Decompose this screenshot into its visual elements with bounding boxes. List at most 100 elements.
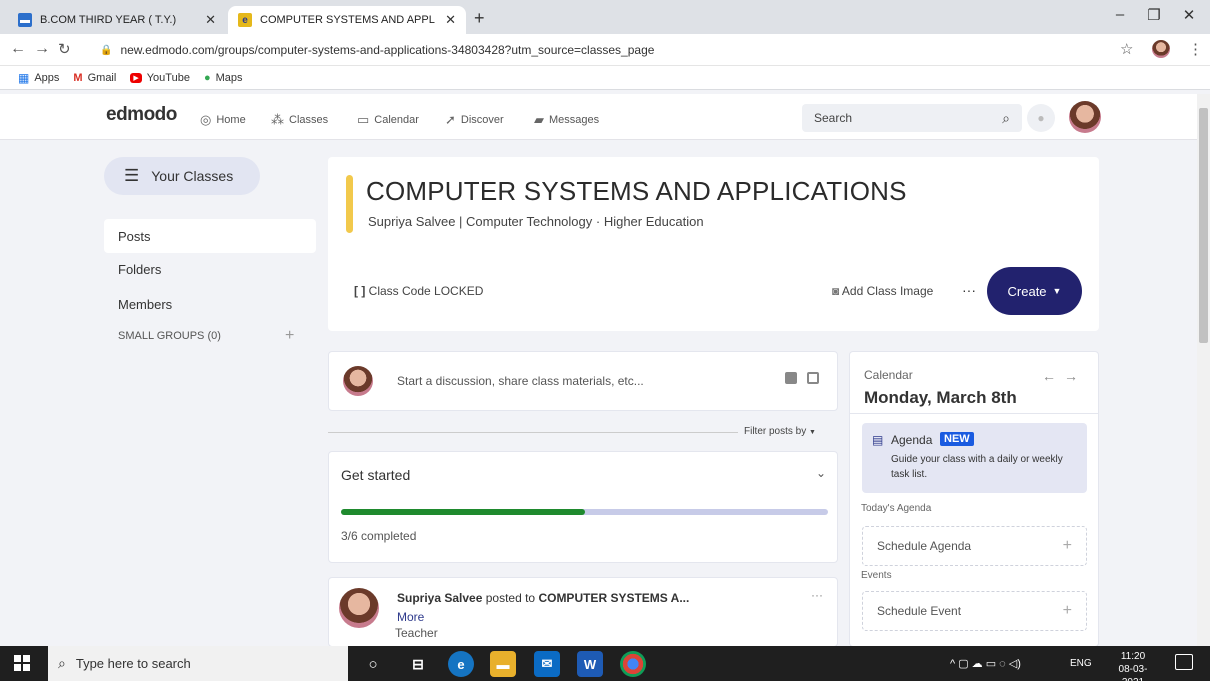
sidebar-item-label: Folders	[118, 261, 162, 277]
author-avatar[interactable]	[339, 588, 379, 628]
file-icon[interactable]	[807, 372, 819, 384]
bookmark-youtube[interactable]: ▶ YouTube	[130, 72, 190, 84]
arrow-right-icon[interactable]: →	[1064, 368, 1078, 384]
create-label: Create	[1007, 283, 1047, 299]
system-tray-icons[interactable]: ^ ▢ ☁ ▭ ◌ ◁)	[950, 657, 1021, 670]
task-view-icon[interactable]: ⊟	[405, 651, 431, 677]
small-groups-label: SMALL GROUPS (0)	[118, 330, 221, 342]
search-placeholder: Search	[814, 111, 853, 125]
schedule-event-button[interactable]: Schedule Event +	[862, 591, 1087, 631]
post-menu-button[interactable]: ···	[811, 588, 823, 602]
bookmark-gmail[interactable]: M Gmail	[73, 72, 116, 84]
plus-icon: +	[1062, 537, 1072, 554]
sidebar-item-label: Members	[118, 296, 173, 312]
agenda-title: Agenda	[891, 433, 933, 447]
restore-button[interactable]: ❐	[1139, 6, 1169, 24]
nav-label: Discover	[460, 114, 504, 126]
sidebar-item-posts[interactable]: Posts	[104, 219, 316, 253]
edmodo-favicon-icon: e	[238, 13, 252, 27]
minimize-button[interactable]: –	[1105, 6, 1135, 23]
rocket-icon: ➚	[445, 112, 456, 127]
language-indicator[interactable]: ENG	[1070, 658, 1092, 669]
add-class-image-button[interactable]: ◙ Add Class Image	[832, 284, 933, 298]
add-small-group-button[interactable]: +	[285, 327, 294, 345]
filter-posts-dropdown[interactable]: Filter posts by ▼	[744, 426, 816, 437]
sidebar-item-folders[interactable]: Folders	[104, 252, 316, 286]
nav-messages[interactable]: ▰ Messages	[534, 112, 599, 128]
browser-tab-1[interactable]: ▬ B.COM THIRD YEAR ( T.Y.) ✕	[8, 6, 226, 34]
create-button[interactable]: Create ▼	[987, 267, 1082, 315]
nav-home[interactable]: ◎ Home	[200, 112, 246, 128]
hamburger-icon: ☰	[124, 166, 140, 185]
schedule-agenda-button[interactable]: Schedule Agenda +	[862, 526, 1087, 566]
search-icon[interactable]: ⌕	[1002, 110, 1010, 127]
more-options-button[interactable]: ···	[962, 282, 976, 298]
divider	[850, 413, 1098, 414]
nav-discover[interactable]: ➚ Discover	[445, 112, 504, 128]
cortana-icon[interactable]: ○	[360, 651, 386, 677]
search-input[interactable]: Search ⌕	[802, 104, 1022, 132]
taskbar-search-input[interactable]: ⌕ Type here to search	[48, 646, 348, 681]
chevron-down-icon[interactable]: ⌄	[816, 466, 826, 480]
message-icon: ▰	[534, 112, 544, 127]
nav-classes[interactable]: ⁂ Classes	[271, 112, 328, 128]
notification-center-icon[interactable]	[1175, 654, 1193, 670]
caret-down-icon: ▼	[1052, 286, 1062, 296]
nav-label: Classes	[289, 114, 329, 126]
sidebar-item-members[interactable]: Members	[104, 287, 316, 321]
post-header: Supriya Salvee posted to COMPUTER SYSTEM…	[397, 591, 689, 605]
chrome-icon[interactable]	[620, 651, 646, 677]
file-explorer-icon[interactable]: ▬	[490, 651, 516, 677]
bookmark-apps[interactable]: ▦ Apps	[18, 71, 59, 85]
new-badge: NEW	[940, 432, 974, 446]
close-icon[interactable]: ✕	[205, 12, 216, 28]
progress-label: 3/6 completed	[341, 529, 417, 543]
mail-icon[interactable]: ✉	[534, 651, 560, 677]
bookmark-star-icon[interactable]: ☆	[1120, 40, 1133, 58]
agenda-promo[interactable]: ▤ Agenda NEW Guide your class with a dai…	[862, 423, 1087, 493]
your-classes-label: Your Classes	[151, 168, 234, 184]
clipboard-icon: ▤	[872, 433, 884, 447]
reload-icon[interactable]: ↻	[58, 40, 71, 58]
schedule-agenda-label: Schedule Agenda	[877, 539, 972, 553]
user-avatar[interactable]	[1069, 101, 1101, 133]
browser-tab-2[interactable]: e COMPUTER SYSTEMS AND APPL ✕	[228, 6, 466, 34]
forward-icon[interactable]: →	[34, 40, 50, 58]
post-group[interactable]: COMPUTER SYSTEMS A...	[538, 591, 689, 605]
back-icon[interactable]: ←	[10, 40, 26, 58]
bookmark-label: Maps	[215, 71, 243, 84]
tab-title: COMPUTER SYSTEMS AND APPL	[260, 14, 435, 26]
edmodo-logo[interactable]: edmodo	[106, 104, 177, 126]
url-text: new.edmodo.com/groups/computer-systems-a…	[120, 43, 655, 57]
menu-icon[interactable]: ⋮	[1188, 40, 1203, 58]
classes-icon: ⁂	[271, 112, 284, 127]
address-bar[interactable]: 🔒 new.edmodo.com/groups/computer-systems…	[100, 38, 1140, 62]
post-role: Teacher	[395, 626, 438, 640]
class-code[interactable]: [ ] Class Code LOCKED	[354, 284, 483, 298]
gmail-icon: M	[73, 71, 83, 84]
clock[interactable]: 11:20 08-03-2021	[1108, 650, 1158, 681]
class-subtitle: Supriya Salvee | Computer Technology · H…	[368, 214, 704, 229]
scrollbar-thumb[interactable]	[1199, 108, 1208, 343]
nav-label: Messages	[549, 114, 600, 126]
nav-calendar[interactable]: ▭ Calendar	[357, 112, 419, 128]
clock-time: 11:20	[1120, 651, 1146, 662]
post-author[interactable]: Supriya Salvee	[397, 591, 482, 605]
close-window-button[interactable]: ✕	[1174, 6, 1204, 24]
word-icon[interactable]: W	[577, 651, 603, 677]
image-icon[interactable]	[785, 372, 797, 384]
profile-avatar[interactable]	[1152, 40, 1170, 58]
arrow-left-icon[interactable]: ←	[1042, 368, 1056, 384]
your-classes-button[interactable]: ☰ Your Classes	[104, 157, 260, 195]
user-avatar	[343, 366, 373, 396]
tab-title: B.COM THIRD YEAR ( T.Y.)	[40, 14, 177, 26]
new-tab-button[interactable]: +	[474, 8, 485, 29]
more-link[interactable]: More	[397, 610, 424, 624]
edge-icon[interactable]: e	[448, 651, 474, 677]
home-icon: ◎	[200, 112, 212, 127]
close-icon[interactable]: ✕	[445, 12, 456, 28]
bookmark-maps[interactable]: ● Maps	[204, 72, 243, 84]
post-composer[interactable]: Start a discussion, share class material…	[328, 351, 838, 411]
notifications-bell-icon[interactable]: ●	[1027, 104, 1055, 132]
windows-start-icon[interactable]	[14, 655, 30, 671]
